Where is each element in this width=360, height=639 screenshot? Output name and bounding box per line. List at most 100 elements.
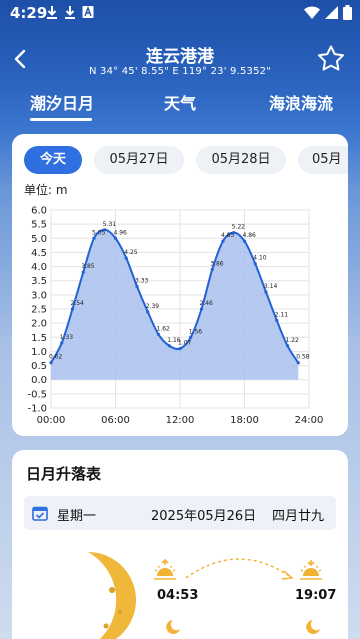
tide-data-label: 3.86 [210,260,224,267]
tide-point [113,236,118,240]
page-title: 连云港港 [146,47,214,67]
x-tick-label: 12:00 [166,415,195,426]
wifi-icon [304,6,320,19]
tide-point [49,361,53,365]
tide-data-label: 4.96 [114,229,128,236]
tide-data-label: 1.07 [178,340,192,347]
tide-data-label: 1.62 [157,325,171,332]
tide-data-label: 3.85 [81,263,95,270]
app-badge-icon [82,6,94,18]
tide-point [210,267,214,271]
sunmoon-card: 日月升落表 星期一 2025年05月26日 四月廿九 04:53 19:07 [12,450,348,639]
weekday-label: 星期一 [57,509,97,524]
tide-chart: 6.0 5.5 5.0 4.5 4.0 3.5 3.0 2.5 2.0 1.5 1.0 0.5 0.0 -… [27,206,324,427]
signal-icon [325,6,338,19]
active-tab-indicator [30,118,92,121]
date-row[interactable]: 星期一 2025年05月26日 四月廿九 [24,496,336,530]
calendar-icon [32,506,48,521]
tab-waves-currents[interactable]: 海浪海流 [269,90,333,114]
y-tick-label: 3.0 [31,290,47,301]
moon-phase-icon [68,550,142,639]
tide-data-label: 4.86 [243,232,257,239]
x-tick-label: 24:00 [295,415,324,426]
tide-data-label: 1.56 [189,328,203,335]
moonset-icon [306,620,320,634]
y-tick-label: -0.5 [27,389,47,400]
tide-data-label: 3.33 [135,277,149,284]
tide-data-label: 0.58 [296,354,310,361]
sunset-time: 19:07 [295,588,337,603]
tab-tide-sunmoon[interactable]: 潮汐日月 [30,90,94,114]
x-tick-label: 00:00 [37,415,66,426]
tide-point [124,256,128,260]
y-tick-label: 5.0 [31,234,47,245]
location-coordinates: N 34° 45' 8.55" E 119° 23' 9.5352" [88,66,272,77]
y-tick-label: 4.5 [31,248,47,259]
status-time: 4:29 [10,4,48,22]
tide-point [221,239,225,243]
tide-data-label: 4.10 [253,255,267,262]
sunmoon-title: 日月升落表 [26,465,102,483]
y-tick-label: 5.5 [31,220,47,231]
tide-point [146,310,150,314]
x-tick-label: 18:00 [230,415,259,426]
y-tick-label: 2.5 [31,305,47,316]
day-tab-today[interactable]: 今天 [24,146,82,174]
tide-point [264,290,268,294]
x-tick-label: 06:00 [101,415,130,426]
tide-point [92,236,96,240]
download-icon [47,6,57,19]
tide-point [81,270,85,274]
sunrise-time: 04:53 [157,588,199,603]
tide-point [135,284,139,288]
tide-data-label: 5.31 [103,221,117,228]
tide-point [232,231,236,235]
tide-point [275,318,279,322]
y-tick-label: 2.0 [31,319,47,330]
lunar-date-label: 四月廿九 [272,509,325,524]
notification-icons [46,5,94,19]
day-tab-0528[interactable]: 05月28日 [196,146,286,174]
y-tick-label: 0.5 [31,361,47,372]
favorite-star-icon[interactable] [316,44,346,74]
date-label: 2025年05月26日 [151,509,257,524]
status-bar: 4:29 [0,0,360,26]
tide-data-label: 2.46 [200,300,214,307]
tide-point [285,344,290,348]
y-tick-label: 6.0 [31,206,47,217]
tide-point [199,307,204,311]
tide-point [156,332,161,337]
system-icons [304,5,352,20]
y-tick-label: 1.0 [31,347,47,358]
y-tick-label: 0.0 [31,375,47,386]
sunset-icon [300,560,322,580]
tide-data-label: 0.62 [49,354,63,361]
tide-data-label: 2.54 [71,300,85,307]
tab-weather[interactable]: 天气 [164,90,196,114]
tide-data-label: 1.22 [286,337,300,344]
y-tick-label: -1.0 [27,404,47,415]
tide-point [189,335,193,339]
y-tick-label: 3.5 [31,276,47,287]
day-tab-next[interactable]: 05月 [298,146,348,174]
tide-point [103,228,107,232]
header: 连云港港 N 34° 45' 8.55" E 119° 23' 9.5352" [0,26,360,86]
day-tab-0527[interactable]: 05月27日 [94,146,184,174]
tide-data-label: 4.25 [124,249,138,256]
moonrise-icon [166,620,180,634]
battery-icon [343,5,352,20]
tide-point [60,341,64,345]
tide-card: 今天 05月27日 05月28日 05月 单位: m 6.0 5.5 5.0 4.5 4… [12,134,348,436]
tide-data-label: 2.11 [275,311,289,318]
tide-data-label: 2.39 [146,303,160,310]
tide-point [178,347,182,351]
y-tick-label: 1.5 [31,333,47,344]
tide-point [253,262,257,266]
sun-path-arc [185,558,294,580]
tide-point [70,307,75,311]
tide-data-label: 5.22 [232,224,246,231]
tide-point [296,361,300,365]
download-icon [65,6,75,19]
tide-data-label: 3.14 [264,283,278,290]
sunrise-icon [154,558,176,580]
